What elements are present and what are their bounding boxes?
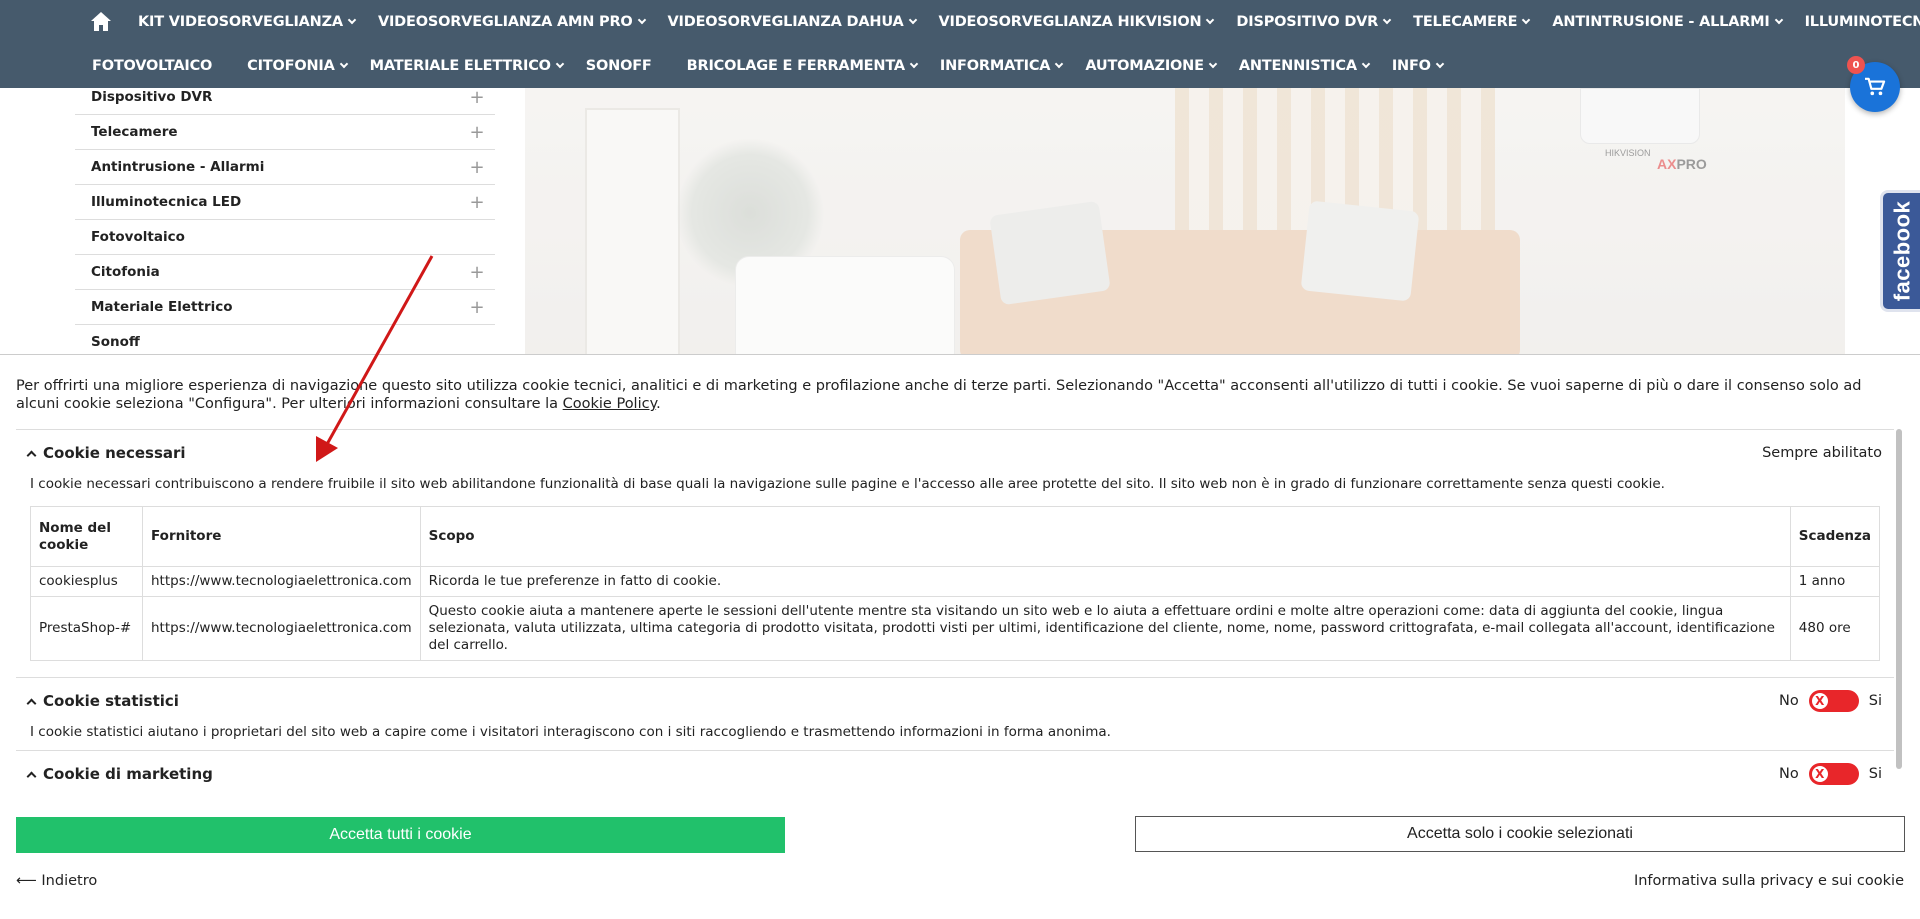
expand-plus-icon[interactable]: + [467,262,487,283]
always-enabled-label: Sempre abilitato [1762,445,1882,461]
sidebar-item-materiale-elettrico[interactable]: Materiale Elettrico + [75,290,495,325]
sidebar-item-antintrusione[interactable]: Antintrusione - Allarmi + [75,150,495,185]
chevron-down-icon [637,15,646,25]
necessary-description: I cookie necessari contribuiscono a rend… [30,476,1665,492]
nav-item-antennistica[interactable]: ANTENNISTICA [1239,58,1371,74]
nav-row-1: KIT VIDEOSORVEGLIANZA VIDEOSORVEGLIANZA … [90,0,1920,44]
accept-all-cookies-button[interactable]: Accetta tutti i cookie [16,817,785,853]
section-statistics-cookies: Cookie statistici No X Si I cookie stati… [16,678,1894,751]
nav-item-fotovoltaico[interactable]: FOTOVOLTAICO [92,58,212,74]
facebook-tab[interactable]: facebook [1880,190,1920,312]
cookie-policy-link[interactable]: Cookie Policy [563,396,656,412]
nav-item-illuminotecnica[interactable]: ILLUMINOTECNICA LED [1805,14,1920,30]
category-sidebar: Dispositivo DVR + Telecamere + Antintrusio… [75,80,495,360]
cart-icon [1865,77,1886,96]
expand-plus-icon[interactable]: + [467,297,487,318]
chevron-down-icon [347,15,357,25]
sidebar-item-illuminotecnica[interactable]: Illuminotecnica LED + [75,185,495,220]
chevron-down-icon [908,15,917,25]
cart-count-badge: 0 [1847,56,1865,74]
section-marketing-cookies: Cookie di marketing No X Si [16,751,1894,787]
facebook-label: facebook [1889,200,1915,302]
chevron-down-icon [1435,59,1445,69]
sidebar-item-citofonia[interactable]: Citofonia + [75,255,495,290]
marketing-cookie-switch[interactable]: X [1808,763,1859,785]
nav-row-2: FOTOVOLTAICO CITOFONIA MATERIALE ELETTRI… [92,44,1466,88]
nav-item-dvr[interactable]: DISPOSITIVO DVR [1236,14,1392,30]
accept-selected-cookies-button[interactable]: Accetta solo i cookie selezionati [1135,816,1905,852]
nav-item-sonoff[interactable]: SONOFF [586,58,652,74]
caret-up-icon [26,698,37,708]
caret-up-icon [26,450,37,460]
nav-item-telecamere[interactable]: TELECAMERE [1413,14,1531,30]
chevron-down-icon [1382,15,1392,25]
statistics-description: I cookie statistici aiutano i proprietar… [30,724,1111,740]
expand-plus-icon[interactable]: + [467,87,487,108]
home-icon[interactable] [90,12,112,32]
necessary-cookies-table: Nome del cookie Fornitore Scopo Scadenza… [30,506,1881,661]
back-link[interactable]: ⟵ Indietro [16,873,97,889]
nav-item-antintrusione[interactable]: ANTINTRUSIONE - ALLARMI [1552,14,1783,30]
chevron-down-icon [1522,15,1531,25]
sidebar-item-telecamere[interactable]: Telecamere + [75,115,495,150]
nav-item-citofonia[interactable]: CITOFONIA [247,58,348,74]
nav-item-hikvision[interactable]: VIDEOSORVEGLIANZA HIKVISION [939,14,1215,30]
nav-item-dahua[interactable]: VIDEOSORVEGLIANZA DAHUA [668,14,917,30]
chevron-down-icon [1361,59,1371,69]
nav-item-informatica[interactable]: INFORMATICA [940,58,1064,74]
toggle-section-necessary[interactable]: Cookie necessari [26,444,186,462]
scrollbar-thumb[interactable] [1896,429,1902,769]
toggle-section-marketing[interactable]: Cookie di marketing [26,765,213,783]
chevron-down-icon [555,59,565,69]
nav-item-info[interactable]: INFO [1392,58,1445,74]
section-necessary-cookies: Cookie necessari Sempre abilitato I cook… [16,430,1894,678]
nav-item-bricolage[interactable]: BRICOLAGE E FERRAMENTA [687,58,919,74]
chevron-down-icon [1206,15,1215,25]
cookie-intro: Per offrirti una migliore esperienza di … [16,378,1862,412]
expand-plus-icon[interactable]: + [467,192,487,213]
table-header-row: Nome del cookie Fornitore Scopo Scadenza [30,506,1881,567]
chevron-down-icon [1055,59,1064,69]
expand-plus-icon[interactable]: + [467,122,487,143]
sidebar-item-fotovoltaico[interactable]: Fotovoltaico [75,220,495,255]
chevron-down-icon [909,59,919,69]
cookie-consent-panel: Per offrirti una migliore esperienza di … [0,354,1920,919]
toggle-section-statistics[interactable]: Cookie statistici [26,692,179,710]
close-icon: X [1811,766,1828,782]
table-row: cookiesplus https://www.tecnologiaelettr… [30,566,1881,597]
privacy-policy-link[interactable]: Informativa sulla privacy e sui cookie [1634,873,1904,889]
table-row: PrestaShop-# https://www.tecnologiaelett… [30,596,1881,661]
nav-item-kit-videosorveglianza[interactable]: KIT VIDEOSORVEGLIANZA [138,14,357,30]
chevron-down-icon [1774,15,1783,25]
caret-up-icon [26,771,37,781]
close-icon: X [1811,693,1828,709]
expand-plus-icon[interactable]: + [467,157,487,178]
statistics-cookie-switch[interactable]: X [1808,690,1859,712]
cookie-settings-scroll[interactable]: Cookie necessari Sempre abilitato I cook… [16,429,1894,787]
nav-item-materiale-elettrico[interactable]: MATERIALE ELETTRICO [370,58,565,74]
nav-item-amn-pro[interactable]: VIDEOSORVEGLIANZA AMN PRO [378,14,646,30]
chevron-down-icon [1208,59,1218,69]
chevron-down-icon [339,59,348,69]
hero-banner[interactable]: HIKVISION AXPRO [525,88,1845,354]
nav-item-automazione[interactable]: AUTOMAZIONE [1085,58,1218,74]
top-navigation: KIT VIDEOSORVEGLIANZA VIDEOSORVEGLIANZA … [0,0,1920,88]
